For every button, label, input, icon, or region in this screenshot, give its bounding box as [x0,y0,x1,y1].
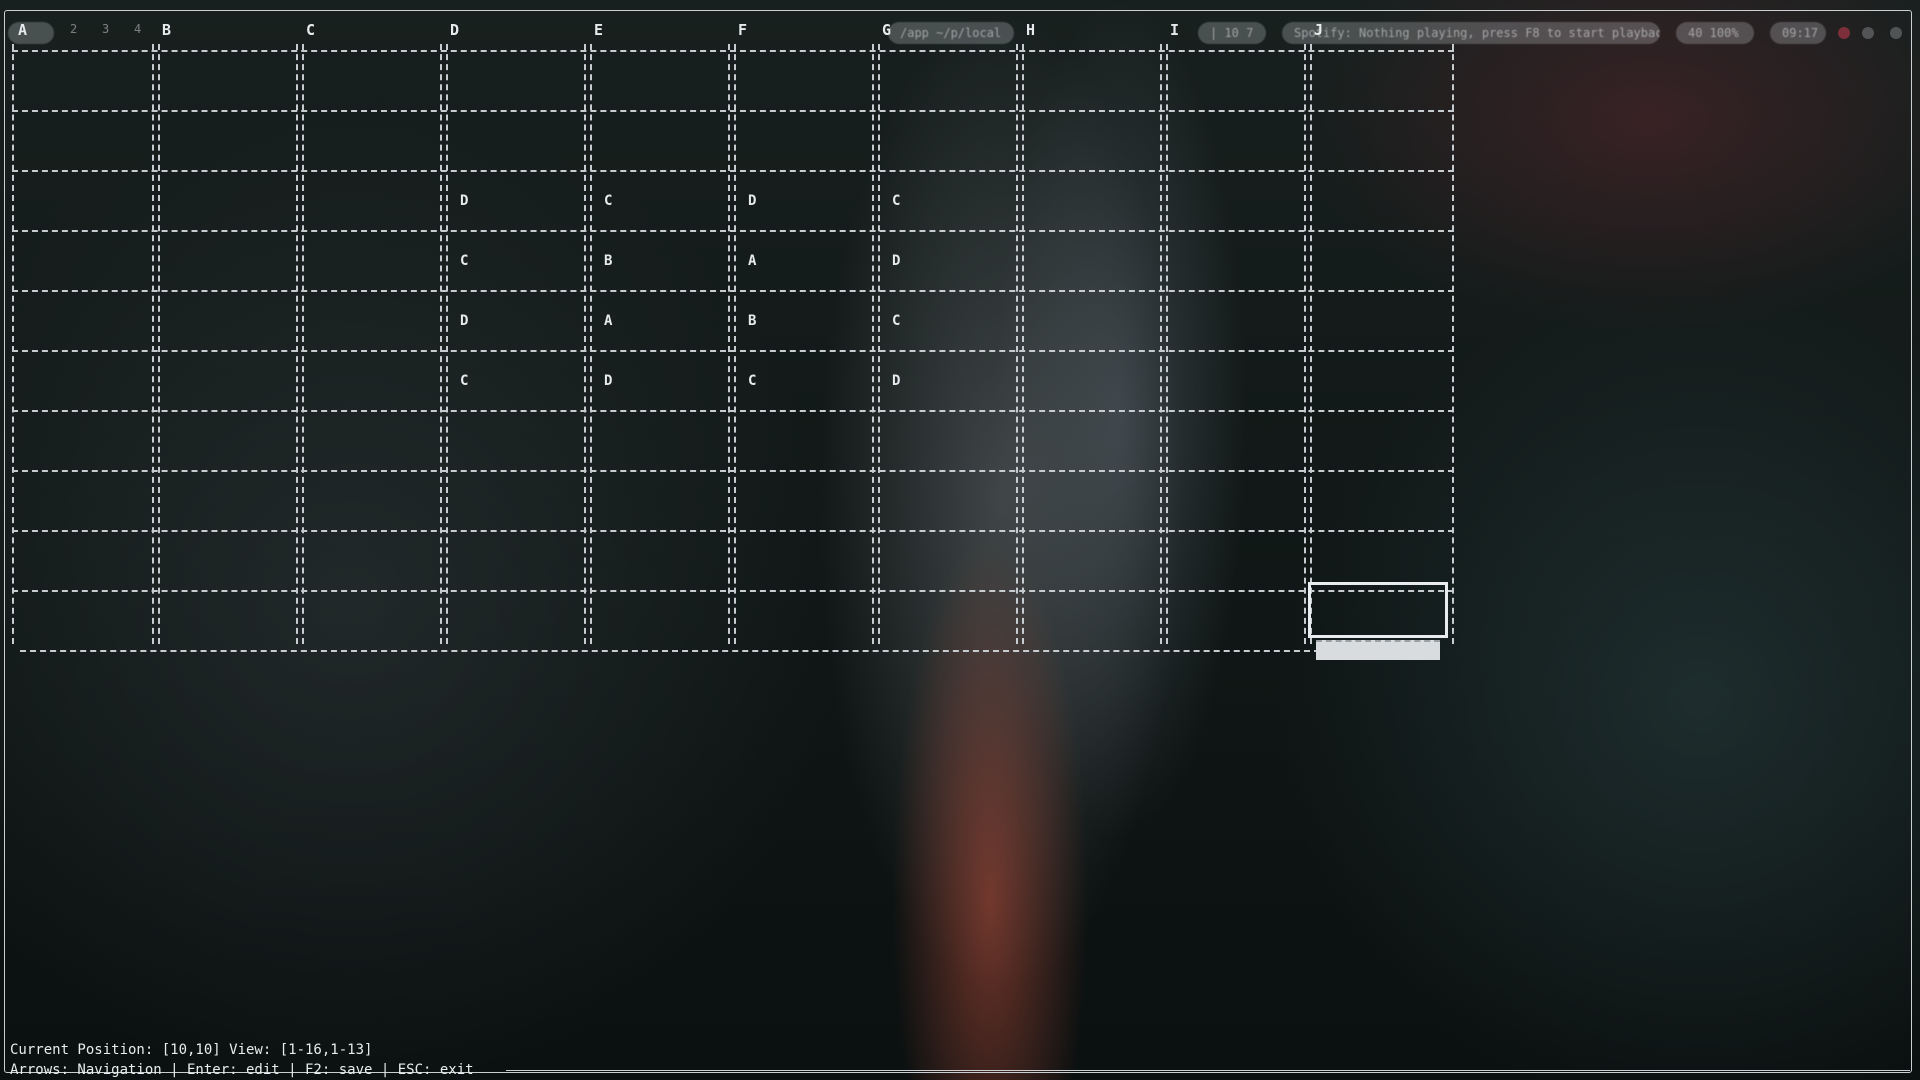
column-header-c[interactable]: C [306,21,315,39]
workspace-pill[interactable] [8,22,54,44]
desktop-top-bar: 2 3 4 /app ~/p/local | 10 7 Spotify: Not… [0,10,1920,44]
status-position: Current Position: [10,10] View: [1-16,1-… [10,1042,373,1058]
grid-column-line [302,44,304,644]
cell-f6[interactable]: C [748,373,756,389]
grid-column-line [1022,44,1024,644]
cell-f3[interactable]: D [748,193,756,209]
cell-d3[interactable]: D [460,193,468,209]
volume-pill[interactable]: 40 100% [1676,22,1754,44]
column-header-e[interactable]: E [594,21,603,39]
tray-power-icon[interactable] [1890,27,1902,39]
grid-row-line [12,530,1454,532]
cell-d6[interactable]: C [460,373,468,389]
cell-f5[interactable]: B [748,313,756,329]
grid-column-line [734,44,736,644]
workspace-2[interactable]: 2 [70,22,77,36]
cell-d4[interactable]: C [460,253,468,269]
grid-column-line [584,44,586,644]
grid-row-line [12,170,1454,172]
column-header-d[interactable]: D [450,21,459,39]
cell-g3[interactable]: C [892,193,900,209]
notification-pill: Spotify: Nothing playing, press F8 to st… [1282,22,1660,44]
grid-column-line [1016,44,1018,644]
cell-e5[interactable]: A [604,313,612,329]
grid-row-line [12,110,1454,112]
grid-column-line [446,44,448,644]
grid-row-line [12,50,1454,52]
path-pill: /app ~/p/local [888,22,1014,44]
grid-column-line [1160,44,1162,644]
tray-status-icon[interactable] [1838,27,1850,39]
grid-column-line [296,44,298,644]
grid-column-line [1452,44,1454,644]
grid-column-line [12,44,14,644]
grid-column-line [590,44,592,644]
cell-e4[interactable]: B [604,253,612,269]
clock-pill: 09:17 [1770,22,1826,44]
column-header-g[interactable]: G [882,21,891,39]
workspace-4[interactable]: 4 [134,22,141,36]
grid-row-line [12,470,1454,472]
counter-pill: | 10 7 [1198,22,1266,44]
column-header-h[interactable]: H [1026,21,1035,39]
cell-f4[interactable]: A [748,253,756,269]
grid-column-line [1166,44,1168,644]
grid-column-line [872,44,874,644]
status-help: Arrows: Navigation | Enter: edit | F2: s… [10,1062,474,1078]
grid-column-line [1310,44,1312,644]
workspace-3[interactable]: 3 [102,22,109,36]
grid-column-line [728,44,730,644]
cell-e3[interactable]: C [604,193,612,209]
grid-column-line [878,44,880,644]
column-header-j[interactable]: J [1314,21,1323,39]
column-header-i[interactable]: I [1170,21,1179,39]
cell-g6[interactable]: D [892,373,900,389]
grid-column-line [440,44,442,644]
grid-column-line [158,44,160,644]
column-header-b[interactable]: B [162,21,171,39]
tray-network-icon[interactable] [1862,27,1874,39]
grid-row-line [12,590,1454,592]
grid-column-line [1304,44,1306,644]
grid-row-line [12,410,1454,412]
grid-row-line [12,230,1454,232]
cell-g5[interactable]: C [892,313,900,329]
grid-row-line [20,650,1320,652]
column-header-f[interactable]: F [738,21,747,39]
column-header-a[interactable]: A [18,21,27,39]
grid-column-line [152,44,154,644]
cell-e6[interactable]: D [604,373,612,389]
status-divider [506,1070,1910,1071]
grid-row-line [12,350,1454,352]
cell-d5[interactable]: D [460,313,468,329]
selected-cell-cursor[interactable] [1308,582,1448,638]
cell-g4[interactable]: D [892,253,900,269]
selected-cell-edit-bar [1316,640,1440,660]
grid-row-line [12,290,1454,292]
